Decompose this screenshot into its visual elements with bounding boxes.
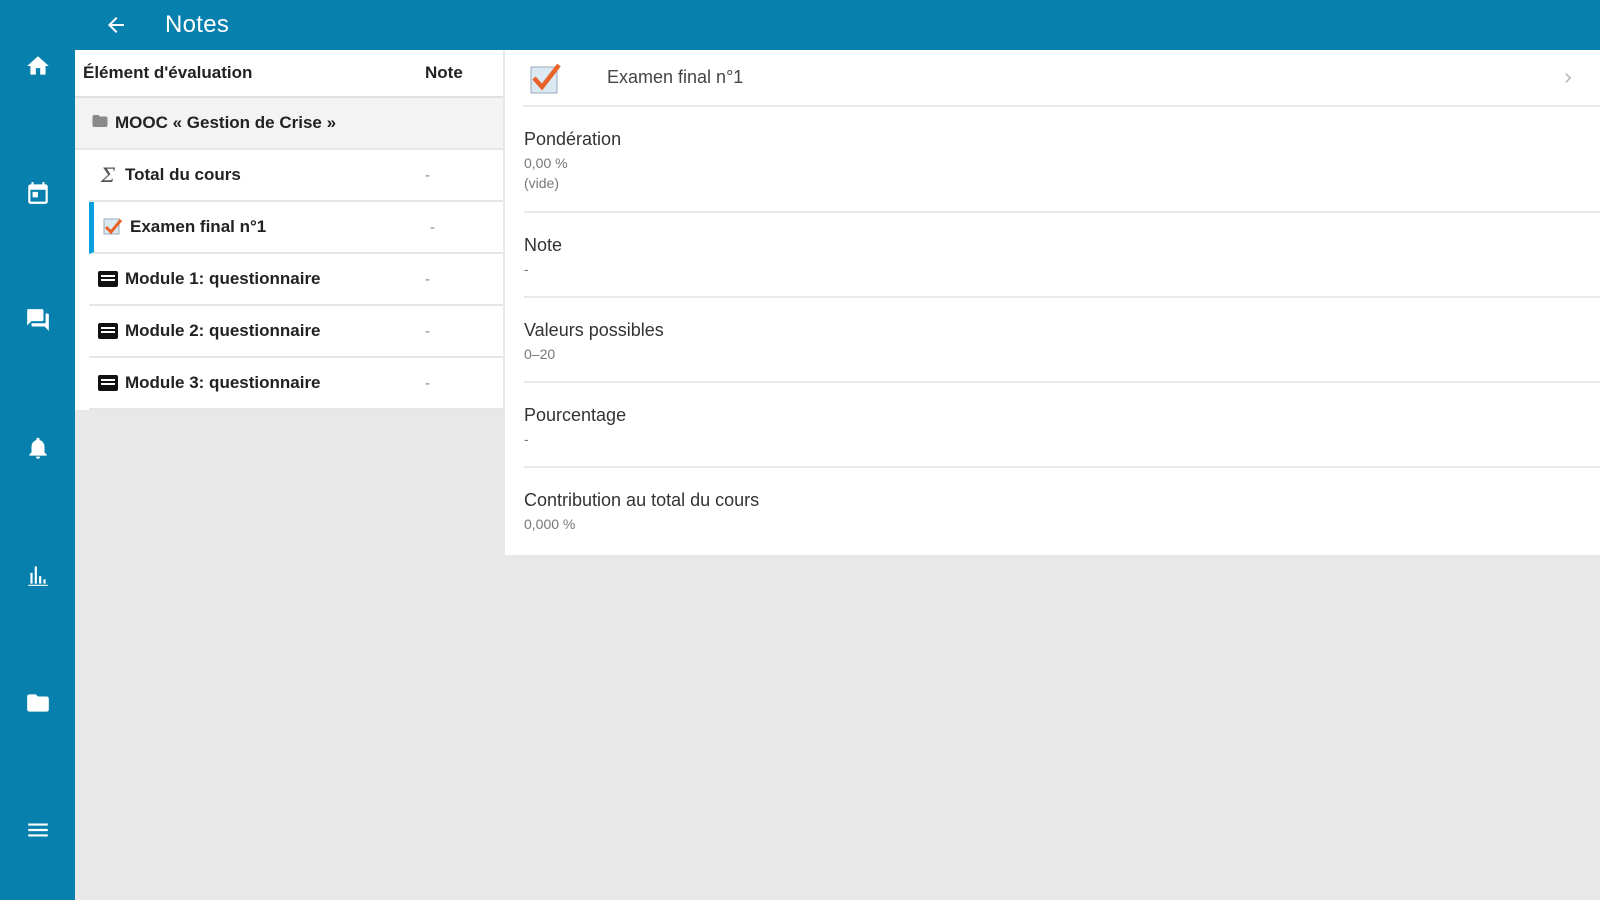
- nav-calendar[interactable]: [0, 163, 75, 223]
- row-grade: -: [430, 218, 435, 236]
- field-value: -: [524, 261, 529, 277]
- calendar-icon: [27, 182, 48, 204]
- quiz-icon: [95, 271, 121, 287]
- row-grade: -: [425, 166, 430, 184]
- chevron-right-icon: [1558, 68, 1578, 93]
- page-title: Notes: [165, 11, 230, 38]
- row-label: Module 2: questionnaire: [125, 321, 321, 340]
- grade-row-module-2[interactable]: Module 2: questionnaire -: [89, 306, 503, 358]
- field-value-secondary: (vide): [524, 175, 560, 191]
- grade-row-total[interactable]: Σ Total du cours -: [89, 150, 503, 202]
- top-app-bar: Notes: [75, 0, 1600, 50]
- arrow-left-icon: [108, 17, 124, 33]
- nav-messages[interactable]: [0, 290, 75, 350]
- field-percentage: Pourcentage -: [524, 383, 1600, 468]
- row-label: Module 3: questionnaire: [125, 373, 321, 392]
- column-header-grade: Note: [425, 63, 463, 82]
- row-label: Module 1: questionnaire: [125, 269, 321, 288]
- category-label: MOOC « Gestion de Crise »: [115, 113, 337, 132]
- row-grade: -: [425, 322, 430, 340]
- nav-files[interactable]: [0, 673, 75, 733]
- nav-rail: [0, 0, 75, 900]
- field-grade: Note -: [524, 213, 1600, 298]
- field-contribution: Contribution au total du cours 0,000 %: [524, 468, 1600, 548]
- messages-icon: [26, 309, 49, 331]
- category-row: MOOC « Gestion de Crise »: [75, 98, 503, 150]
- row-label: Total du cours: [125, 165, 241, 184]
- nav-grades[interactable]: [0, 545, 75, 605]
- field-value: 0,000 %: [524, 516, 576, 532]
- field-label: Valeurs possibles: [524, 320, 664, 340]
- grades-table: Élément d'évaluation Note MOOC « Gestion…: [75, 50, 503, 410]
- field-label: Note: [524, 235, 563, 255]
- detail-title: Examen final n°1: [607, 67, 744, 87]
- detail-header[interactable]: Examen final n°1: [523, 50, 1600, 107]
- field-value: -: [524, 431, 529, 447]
- field-label: Pondération: [524, 129, 622, 149]
- field-value: 0,00 %: [524, 155, 568, 171]
- nav-home[interactable]: [0, 36, 75, 96]
- sigma-icon: Σ: [100, 163, 116, 187]
- table-header: Élément d'évaluation Note: [75, 50, 503, 98]
- quiz-icon: [95, 375, 121, 391]
- files-icon: [26, 694, 49, 712]
- row-label: Examen final n°1: [130, 217, 267, 236]
- grade-detail-panel: Examen final n°1 Pondération 0,00 % (vid…: [505, 50, 1600, 555]
- nav-menu[interactable]: [0, 800, 75, 860]
- back-button[interactable]: [91, 0, 141, 50]
- row-grade: -: [425, 270, 430, 288]
- field-label: Pourcentage: [524, 405, 627, 425]
- field-range: Valeurs possibles 0–20: [524, 298, 1600, 383]
- field-weight: Pondération 0,00 % (vide): [524, 107, 1600, 213]
- nav-notifications[interactable]: [0, 418, 75, 478]
- grade-row-module-3[interactable]: Module 3: questionnaire -: [89, 358, 503, 410]
- quiz-icon: [95, 323, 121, 339]
- column-header-item: Élément d'évaluation: [83, 63, 253, 82]
- grade-row-module-1[interactable]: Module 1: questionnaire -: [89, 254, 503, 306]
- menu-icon: [27, 823, 48, 837]
- home-icon: [26, 56, 49, 75]
- field-label: Contribution au total du cours: [524, 490, 760, 510]
- folder-icon: [91, 112, 109, 135]
- grade-row-final-exam[interactable]: Examen final n°1 -: [89, 202, 503, 254]
- notifications-icon: [28, 437, 47, 459]
- field-value: 0–20: [524, 346, 556, 362]
- grades-icon: [27, 566, 48, 586]
- checkmark-icon: [529, 61, 563, 95]
- row-grade: -: [425, 374, 430, 392]
- checkmark-icon: [100, 217, 126, 237]
